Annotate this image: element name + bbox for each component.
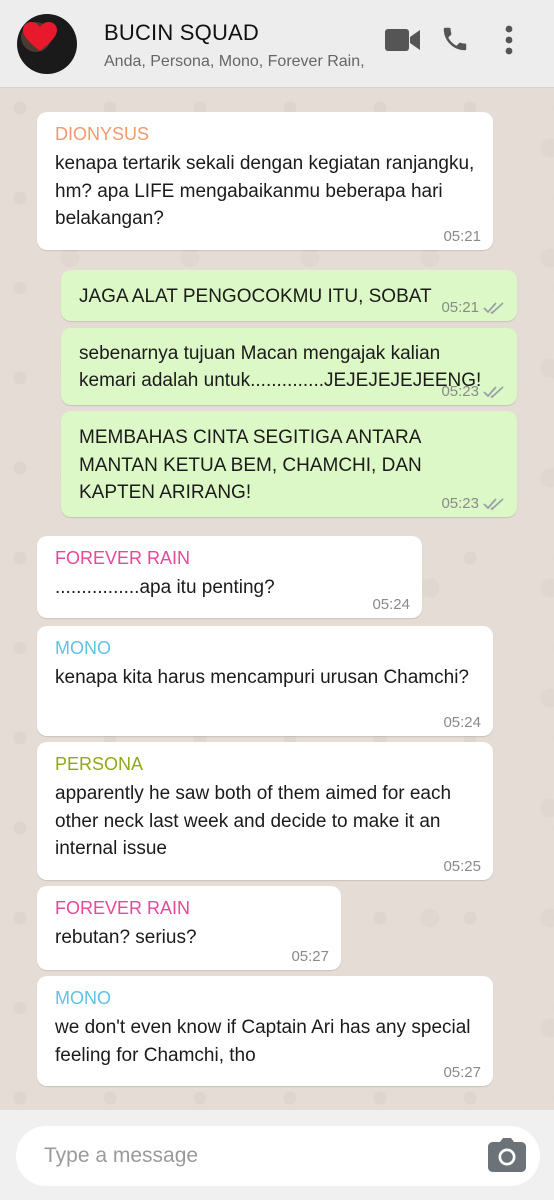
message-time: 05:25 [443, 858, 481, 875]
message-bubble-outgoing[interactable]: JAGA ALAT PENGOCOKMU ITU, SOBAT 05:21 [61, 270, 517, 321]
message-text: MEMBAHAS CINTA SEGITIGA ANTARA MANTAN KE… [79, 427, 422, 503]
double-check-icon [483, 385, 504, 398]
message-bubble-incoming[interactable]: DIONYSUS kenapa tertarik sekali dengan k… [37, 112, 493, 250]
message-bubble-incoming[interactable]: MONO we don't even know if Captain Ari h… [37, 976, 493, 1086]
message-input[interactable] [44, 1126, 474, 1186]
message-bubble-incoming[interactable]: MONO kenapa kita harus mencampuri urusan… [37, 626, 493, 736]
heart-icon [23, 22, 57, 51]
group-title[interactable]: BUCIN SQUAD [104, 20, 259, 46]
video-call-icon[interactable] [385, 27, 421, 58]
message-text: rebutan? serius? [55, 927, 197, 948]
camera-icon[interactable] [488, 1138, 526, 1177]
message-time: 05:23 [441, 495, 479, 512]
message-time: 05:21 [441, 299, 479, 316]
double-check-icon [483, 301, 504, 314]
message-text: kenapa kita harus mencampuri urusan Cham… [55, 667, 469, 688]
message-text: sebenarnya tujuan Macan mengajak kalian … [79, 343, 482, 391]
message-time: 05:27 [291, 948, 329, 965]
message-sender: MONO [55, 638, 111, 658]
more-options-icon[interactable] [500, 24, 518, 61]
message-text: apparently he saw both of them aimed for… [55, 783, 452, 859]
message-text: kenapa tertarik sekali dengan kegiatan r… [55, 153, 475, 229]
message-sender: FOREVER RAIN [55, 898, 191, 918]
double-check-icon [483, 497, 504, 510]
message-bubble-outgoing[interactable]: sebenarnya tujuan Macan mengajak kalian … [61, 328, 517, 405]
composer-bar [0, 1110, 554, 1200]
message-bubble-incoming[interactable]: FOREVER RAIN rebutan? serius? 05:27 [37, 886, 341, 970]
message-time: 05:27 [443, 1064, 481, 1081]
message-sender: PERSONA [55, 754, 144, 774]
message-sender: MONO [55, 988, 111, 1008]
message-sender: FOREVER RAIN [55, 548, 191, 568]
voice-call-icon[interactable] [440, 24, 470, 59]
group-participants[interactable]: Anda, Persona, Mono, Forever Rain, [104, 53, 365, 71]
message-bubble-incoming[interactable]: FOREVER RAIN ................apa itu pen… [37, 536, 422, 618]
message-text: JAGA ALAT PENGOCOKMU ITU, SOBAT [79, 286, 432, 307]
message-bubble-outgoing[interactable]: MEMBAHAS CINTA SEGITIGA ANTARA MANTAN KE… [61, 411, 517, 517]
composer-box [16, 1126, 540, 1186]
message-list[interactable]: DIONYSUS kenapa tertarik sekali dengan k… [0, 88, 554, 1110]
message-text: we don't even know if Captain Ari has an… [55, 1017, 471, 1066]
message-sender: DIONYSUS [55, 124, 150, 144]
message-time: 05:24 [372, 596, 410, 613]
message-time: 05:24 [443, 714, 481, 731]
message-text: ................apa itu penting? [55, 577, 275, 598]
message-bubble-incoming[interactable]: PERSONA apparently he saw both of them a… [37, 742, 493, 880]
message-time: 05:23 [441, 383, 479, 400]
message-time: 05:21 [443, 228, 481, 245]
chat-header: BUCIN SQUAD Anda, Persona, Mono, Forever… [0, 0, 554, 88]
group-avatar[interactable] [17, 14, 77, 74]
